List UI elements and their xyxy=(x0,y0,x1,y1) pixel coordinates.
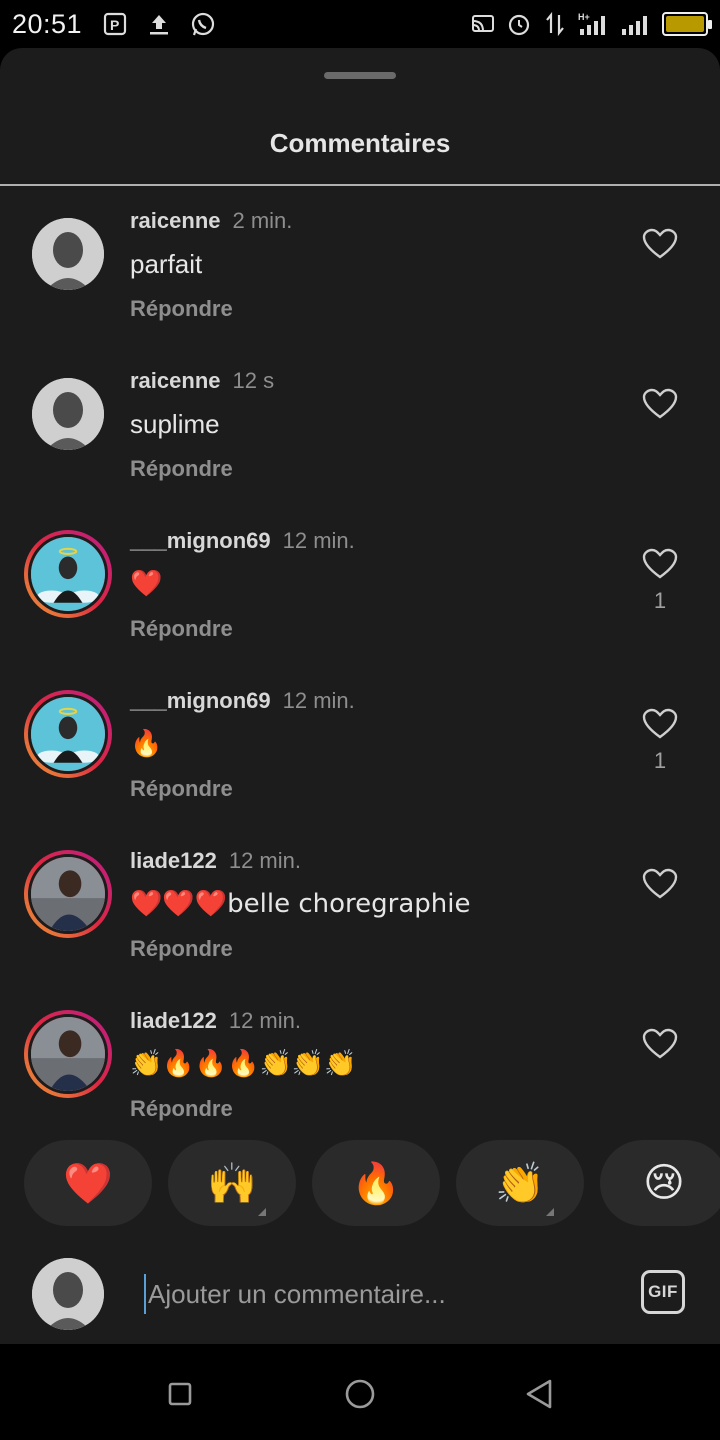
like-count: 1 xyxy=(653,588,667,613)
comment-item: liade122 12 min. ❤️❤️❤️belle choregraphie… xyxy=(0,838,720,998)
heart-outline-icon xyxy=(642,548,678,579)
reply-button[interactable]: Répondre xyxy=(130,296,233,322)
parking-icon: P xyxy=(102,11,128,37)
signal-icon xyxy=(620,11,652,37)
home-icon[interactable] xyxy=(340,1374,380,1414)
like-button[interactable] xyxy=(642,1028,678,1060)
avatar-mignon69-image xyxy=(31,537,105,611)
comment-username[interactable]: raicenne 2 min. xyxy=(130,208,292,234)
signal-h-plus-icon: H+ xyxy=(578,11,610,37)
like-button[interactable] xyxy=(642,228,678,260)
quick-reactions-bar: ❤️ 🙌 🔥 👏 😢 xyxy=(24,1140,720,1226)
comment-text: ❤️ xyxy=(130,569,163,599)
comment-username[interactable]: ___mignon69 12 min. xyxy=(130,528,355,554)
avatar[interactable] xyxy=(24,690,112,778)
reaction-heart-button[interactable]: ❤️ xyxy=(24,1140,152,1226)
comment-username[interactable]: liade122 12 min. xyxy=(130,848,301,874)
avatar[interactable] xyxy=(24,530,112,618)
like-button[interactable] xyxy=(642,708,678,740)
comment-time: 12 min. xyxy=(228,848,301,873)
reply-button[interactable]: Répondre xyxy=(130,456,233,482)
whatsapp-icon xyxy=(190,11,216,37)
svg-text:H+: H+ xyxy=(578,12,590,22)
gif-button[interactable]: GIF xyxy=(641,1270,685,1314)
comment-item: raicenne 12 s suplime Répondre xyxy=(0,358,720,518)
reply-button[interactable]: Répondre xyxy=(130,936,233,962)
comment-item: ___mignon69 12 min. ❤️ Répondre 1 xyxy=(0,518,720,678)
upload-icon xyxy=(146,11,172,37)
avatar[interactable] xyxy=(32,378,104,450)
like-button[interactable] xyxy=(642,388,678,420)
avatar-raicenne-image xyxy=(32,1258,104,1330)
data-arrows-icon xyxy=(542,11,568,37)
avatar-mignon69-image xyxy=(31,697,105,771)
navigation-bar xyxy=(0,1344,720,1440)
reply-button[interactable]: Répondre xyxy=(130,1096,233,1122)
reply-button[interactable]: Répondre xyxy=(130,616,233,642)
comment-text: 🔥 xyxy=(130,729,163,759)
like-count: 1 xyxy=(653,748,667,773)
battery-icon xyxy=(662,12,712,36)
recent-apps-icon[interactable] xyxy=(160,1374,200,1414)
heart-outline-icon xyxy=(642,868,678,899)
comment-time: 12 min. xyxy=(282,688,355,713)
comment-item: liade122 12 min. 👏🔥🔥🔥👏👏👏 Répondre xyxy=(0,998,720,1158)
heart-outline-icon xyxy=(642,1028,678,1059)
status-time: 20:51 xyxy=(12,8,83,39)
status-bar: 20:51 P H+ xyxy=(0,0,720,48)
avatar[interactable] xyxy=(24,1010,112,1098)
heart-outline-icon xyxy=(642,708,678,739)
avatar-raicenne-image xyxy=(32,378,104,450)
comment-time: 2 min. xyxy=(232,208,293,233)
comment-time: 12 min. xyxy=(228,1008,301,1033)
reaction-fire-button[interactable]: 🔥 xyxy=(312,1140,440,1226)
heart-outline-icon xyxy=(642,388,678,419)
avatar[interactable] xyxy=(32,218,104,290)
raised-hands-icon: 🙌 xyxy=(207,1160,257,1207)
composer-avatar xyxy=(32,1258,104,1330)
reaction-raised-hands-button[interactable]: 🙌 xyxy=(168,1140,296,1226)
sheet-drag-handle[interactable] xyxy=(324,72,396,79)
comment-text: suplime xyxy=(130,409,220,439)
heart-outline-icon xyxy=(642,228,678,259)
comment-input[interactable] xyxy=(144,1274,614,1314)
comment-text: 👏🔥🔥🔥👏👏👏 xyxy=(130,1049,357,1079)
comments-sheet: Commentaires raicenne 2 min. parfait Répo… xyxy=(0,48,720,1344)
comment-text: parfait xyxy=(130,249,203,279)
like-button[interactable] xyxy=(642,868,678,900)
header-divider xyxy=(0,184,720,186)
clapping-hands-icon: 👏 xyxy=(495,1160,545,1207)
avatar[interactable] xyxy=(24,850,112,938)
skin-tone-indicator xyxy=(546,1208,554,1216)
avatar-liade122-image xyxy=(31,1017,105,1091)
comment-text: ❤️❤️❤️belle choregraphie xyxy=(130,889,471,919)
comment-item: ___mignon69 12 min. 🔥 Répondre 1 xyxy=(0,678,720,838)
alarm-icon xyxy=(506,11,532,37)
comment-username[interactable]: liade122 12 min. xyxy=(130,1008,301,1034)
comment-username[interactable]: raicenne 12 s xyxy=(130,368,274,394)
comment-time: 12 s xyxy=(232,368,275,393)
battery-fill xyxy=(666,16,704,32)
sheet-title: Commentaires xyxy=(269,128,451,158)
reply-button[interactable]: Répondre xyxy=(130,776,233,802)
back-icon[interactable] xyxy=(520,1374,560,1414)
svg-text:P: P xyxy=(110,17,119,33)
cast-icon xyxy=(470,11,496,37)
comment-item: raicenne 2 min. parfait Répondre xyxy=(0,198,720,358)
comment-composer: GIF xyxy=(0,1244,720,1344)
skin-tone-indicator xyxy=(258,1208,266,1216)
avatar-liade122-image xyxy=(31,857,105,931)
avatar-raicenne-image xyxy=(32,218,104,290)
reaction-crying-button[interactable]: 😢 xyxy=(600,1140,720,1226)
reaction-clap-button[interactable]: 👏 xyxy=(456,1140,584,1226)
comment-time: 12 min. xyxy=(282,528,355,553)
comment-username[interactable]: ___mignon69 12 min. xyxy=(130,688,355,714)
like-button[interactable] xyxy=(642,548,678,580)
